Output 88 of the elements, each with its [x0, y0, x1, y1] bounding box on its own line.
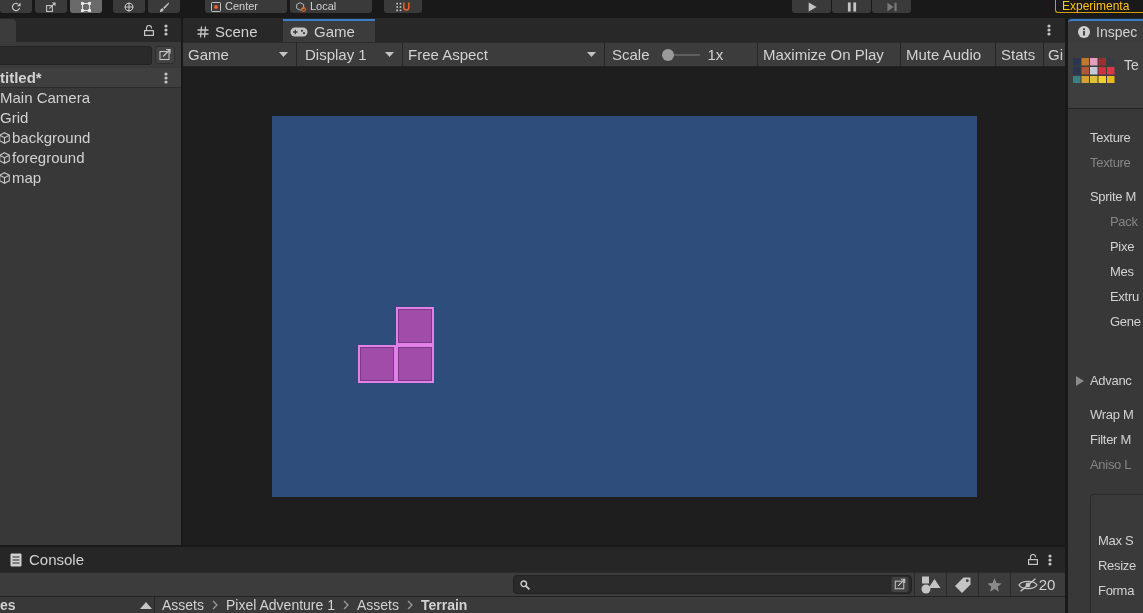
cube-icon: [0, 132, 10, 144]
panel-tab[interactable]: Scene: [190, 19, 282, 42]
up-arrow-icon[interactable]: [140, 601, 152, 609]
property-label: Sprite M: [1090, 188, 1137, 206]
rotate-icon: [11, 1, 21, 12]
tool-button[interactable]: [35, 0, 67, 13]
tool-button[interactable]: [113, 0, 145, 13]
inspector-tab[interactable]: Inspec: [1068, 19, 1143, 42]
property-label: Pixe: [1109, 238, 1136, 256]
gamepad-icon: [290, 26, 308, 37]
caret-icon: [587, 52, 596, 57]
hierarchy-item[interactable]: background: [0, 128, 181, 148]
slider-reading: 1x: [707, 46, 724, 63]
more-icon[interactable]: [164, 24, 168, 36]
console-icon: [10, 552, 22, 567]
info-icon: [1078, 25, 1090, 38]
property-label: Forma: [1098, 582, 1136, 600]
snap-button[interactable]: [384, 0, 422, 13]
eye-slash-icon: [1017, 577, 1038, 592]
pause-button[interactable]: [832, 0, 871, 13]
property-label: Texture: [1090, 129, 1132, 147]
handle-toggle[interactable]: Local: [290, 0, 372, 13]
play-icon: [806, 1, 817, 12]
step-icon: [886, 1, 897, 12]
chevron-icon: [407, 600, 413, 610]
property-label: Pack: [1109, 213, 1139, 231]
breadcrumb-link[interactable]: Assets: [162, 597, 204, 613]
experimental-badge[interactable]: Experimenta: [1055, 0, 1143, 13]
play-button[interactable]: [792, 0, 831, 13]
hierarchy-item[interactable]: foreground: [0, 148, 181, 168]
step-button[interactable]: [872, 0, 911, 13]
cube-icon: [0, 172, 10, 184]
hierarchy-item[interactable]: Main Camera: [0, 88, 181, 108]
shapes-icon[interactable]: [920, 575, 941, 594]
chevron-icon: [212, 600, 218, 610]
breadcrumb-link[interactable]: Terrain: [421, 597, 468, 613]
handle-toggle[interactable]: Center: [205, 0, 287, 13]
hierarchy-item[interactable]: map: [0, 168, 181, 188]
search-icon: [520, 579, 530, 590]
property-label: Aniso L: [1090, 456, 1133, 474]
cube-icon: [0, 152, 10, 164]
search-field[interactable]: [513, 575, 912, 594]
property-label: Extru: [1109, 288, 1140, 306]
local-space-icon: [296, 1, 306, 12]
property-label: Filter M: [1090, 431, 1132, 449]
breadcrumb-link[interactable]: Pixel Adventure 1: [226, 597, 335, 613]
tool-button[interactable]: [70, 0, 102, 13]
slider-thumb[interactable]: [661, 48, 674, 61]
pivot-icon: [211, 1, 221, 12]
lock-icon[interactable]: [144, 25, 154, 36]
foldout-header[interactable]: Advanc: [1076, 368, 1143, 393]
more-icon[interactable]: [164, 71, 168, 84]
property-label: Resize: [1098, 557, 1137, 575]
inspector-title: Te: [1124, 57, 1139, 73]
slider-label: Scale: [612, 46, 650, 63]
tag-icon[interactable]: [954, 576, 971, 593]
tool-button[interactable]: [148, 0, 180, 13]
console-tab[interactable]: Console: [0, 547, 93, 572]
transform-icon: [124, 1, 134, 12]
property-label: Gene: [1109, 313, 1142, 331]
block-tile: [357, 344, 396, 383]
property-label: Max S: [1098, 532, 1135, 550]
property-label: Wrap M: [1090, 406, 1135, 424]
block-tile: [395, 306, 434, 345]
more-icon[interactable]: [1047, 24, 1051, 36]
snap-icon: [396, 1, 410, 12]
chevron-icon: [343, 600, 349, 610]
caret-icon: [385, 52, 394, 57]
hash-icon: [197, 25, 209, 38]
scale-icon: [46, 1, 56, 12]
caret-icon: [279, 52, 288, 57]
property-label: Mes: [1109, 263, 1135, 281]
tool-button[interactable]: [0, 0, 32, 13]
scene-title: titled*: [0, 67, 43, 88]
pause-icon: [846, 1, 857, 12]
lock-icon[interactable]: [1028, 554, 1038, 565]
block-tile: [395, 344, 434, 383]
breadcrumb-link[interactable]: Assets: [357, 597, 399, 613]
panel-tab[interactable]: Game: [283, 19, 375, 42]
hidden-items-toggle[interactable]: 20: [1017, 576, 1056, 593]
hierarchy-item[interactable]: Grid: [0, 108, 181, 128]
more-icon[interactable]: [1048, 553, 1052, 566]
brush-icon: [159, 1, 169, 12]
rect-tool-icon: [81, 1, 91, 12]
texture-thumbnail: [1073, 58, 1115, 83]
folder-label[interactable]: es: [0, 597, 16, 613]
property-label: Texture: [1090, 154, 1132, 172]
star-icon[interactable]: [987, 577, 1002, 592]
